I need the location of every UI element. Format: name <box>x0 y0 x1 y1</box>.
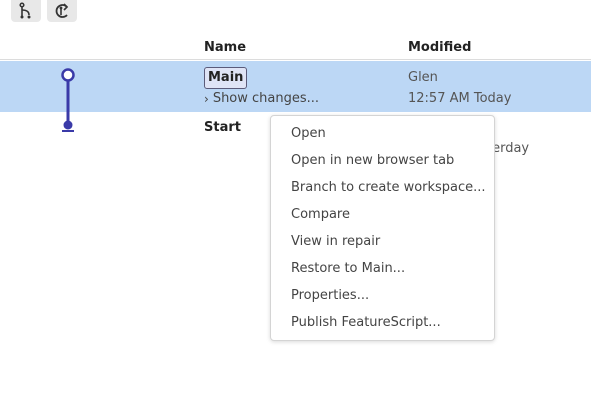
version-name-start[interactable]: Start <box>204 120 241 135</box>
context-menu: Open Open in new browser tab Branch to c… <box>270 115 495 341</box>
version-node[interactable] <box>63 120 73 130</box>
version-history-panel: Name Modified Main › Show changes... Gle… <box>0 0 591 401</box>
chevron-right-icon: › <box>204 91 209 106</box>
menu-item-open-new-tab[interactable]: Open in new browser tab <box>291 153 454 168</box>
workspace-name-main[interactable]: Main <box>204 67 248 89</box>
show-changes-label: Show changes... <box>212 91 320 106</box>
menu-item-publish-featurescript[interactable]: Publish FeatureScript... <box>291 315 441 330</box>
workspace-node[interactable] <box>61 68 75 82</box>
column-header-modified[interactable]: Modified <box>408 40 471 55</box>
menu-item-properties[interactable]: Properties... <box>291 288 369 303</box>
menu-item-open[interactable]: Open <box>291 126 326 141</box>
menu-item-branch[interactable]: Branch to create workspace... <box>291 180 486 195</box>
menu-item-restore[interactable]: Restore to Main... <box>291 261 405 276</box>
show-changes-toggle[interactable]: › Show changes... <box>204 91 319 106</box>
version-graph <box>61 68 75 132</box>
modified-by: Glen <box>408 70 438 85</box>
menu-item-compare[interactable]: Compare <box>291 207 350 222</box>
column-header-name[interactable]: Name <box>204 40 246 55</box>
menu-item-view-in-repair[interactable]: View in repair <box>291 234 380 249</box>
modified-time: 12:57 AM Today <box>408 91 512 106</box>
